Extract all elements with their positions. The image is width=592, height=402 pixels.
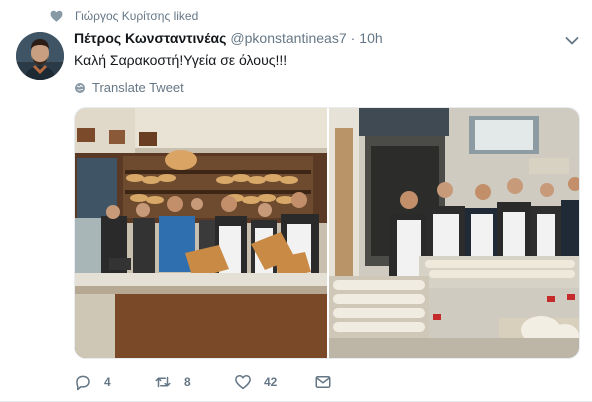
- media-grid: [74, 107, 580, 359]
- reply-icon: [76, 375, 90, 391]
- retweet-button[interactable]: 8: [154, 373, 234, 391]
- globe-icon: [75, 82, 85, 93]
- bakery-photo-right[interactable]: [329, 108, 580, 359]
- direct-message-button[interactable]: [314, 373, 344, 391]
- reply-button[interactable]: 4: [74, 373, 154, 391]
- heart-icon: [50, 10, 63, 22]
- liked-by-label[interactable]: Γιώργος Κυρίτσης liked: [75, 9, 198, 23]
- separator-dot: ·: [350, 30, 356, 46]
- translate-label[interactable]: Translate Tweet: [92, 80, 184, 95]
- display-name[interactable]: Πέτρος Κωνσταντινέας: [74, 30, 226, 46]
- username[interactable]: @pkonstantineas7: [230, 30, 346, 46]
- timestamp[interactable]: 10h: [359, 30, 382, 46]
- translate-tweet-link[interactable]: Translate Tweet: [74, 80, 184, 95]
- avatar[interactable]: [16, 32, 64, 80]
- retweet-count: 8: [184, 375, 191, 389]
- reply-count: 4: [104, 375, 111, 389]
- retweet-icon: [155, 376, 171, 388]
- social-context: Γιώργος Κυρίτσης liked: [50, 8, 198, 24]
- like-count: 42: [264, 375, 278, 389]
- heart-icon: [235, 374, 251, 390]
- tweet-actions: 4 8 42: [74, 370, 344, 394]
- envelope-icon: [315, 376, 331, 388]
- tweet[interactable]: Γιώργος Κυρίτσης liked Πέτρος Κωνσταντιν…: [0, 0, 592, 402]
- bakery-photo-left[interactable]: [75, 108, 327, 359]
- tweet-text: Καλή Σαρακοστή!Υγεία σε όλους!!!: [74, 52, 288, 68]
- tweet-header: Πέτρος Κωνσταντινέας @pkonstantineas7 · …: [74, 30, 383, 46]
- chevron-down-icon[interactable]: [565, 36, 579, 46]
- like-button[interactable]: 42: [234, 373, 314, 391]
